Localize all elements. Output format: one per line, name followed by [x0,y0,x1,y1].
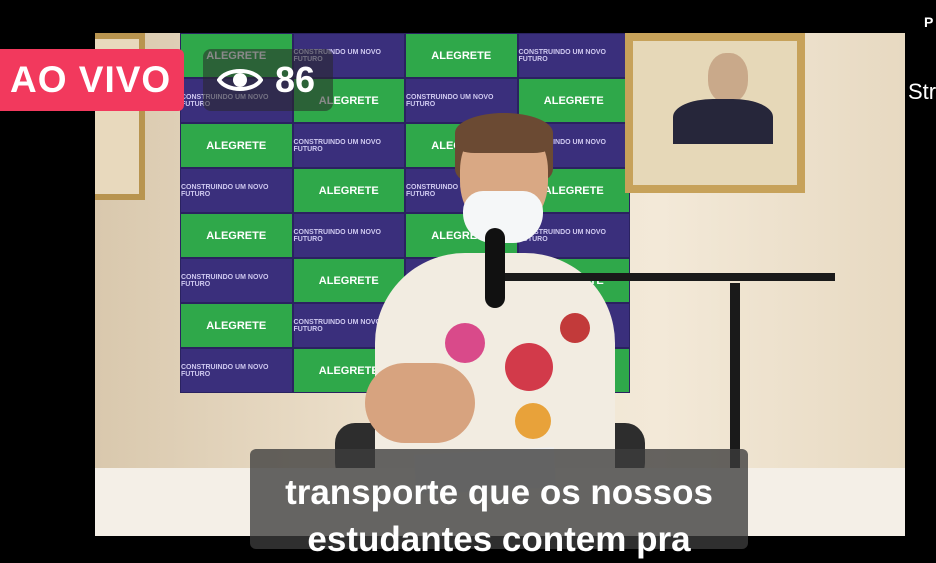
backdrop-brand: ALEGRETE [405,33,518,78]
live-caption: transporte que os nossos estudantes cont… [250,449,748,559]
wall-portrait [625,33,805,193]
backdrop-brand: ALEGRETE [517,78,630,123]
backdrop-slogan: CONSTRUINDO UM NOVO FUTURO [292,213,405,258]
backdrop-slogan: CONSTRUINDO UM NOVO FUTURO [517,33,630,78]
backdrop-brand: ALEGRETE [180,303,293,348]
speaker-hair-top [455,113,553,153]
caption-line-2: estudantes contem pra [307,520,691,559]
portrait-figure-coat [673,99,773,144]
backdrop-slogan: CONSTRUINDO UM NOVO FUTURO [180,168,293,213]
dress-flower [505,343,553,391]
backdrop-slogan: CONSTRUINDO UM NOVO FUTURO [292,123,405,168]
live-badge: AO VIVO [0,49,184,111]
speaker-arm [365,363,475,443]
caption-line-1: transporte que os nossos [285,473,713,512]
viewer-count: 86 [275,59,316,100]
dress-flower [560,313,590,343]
backdrop-slogan: CONSTRUINDO UM NOVO FUTURO [180,258,293,303]
dress-flower [515,403,551,439]
mic-boom [505,273,835,281]
mic-stand [730,283,740,473]
backdrop-brand: ALEGRETE [180,123,293,168]
top-right-label: P [924,14,934,30]
backdrop-slogan: CONSTRUINDO UM NOVO FUTURO [180,348,293,393]
microphone [485,228,505,308]
backdrop-brand: ALEGRETE [292,168,405,213]
dress-flower [445,323,485,363]
viewer-count-pill: 86 [203,49,333,111]
side-panel-label[interactable]: Str [908,79,936,105]
backdrop-brand: ALEGRETE [180,213,293,258]
portrait-figure-head [708,53,748,103]
eye-icon [217,65,263,95]
